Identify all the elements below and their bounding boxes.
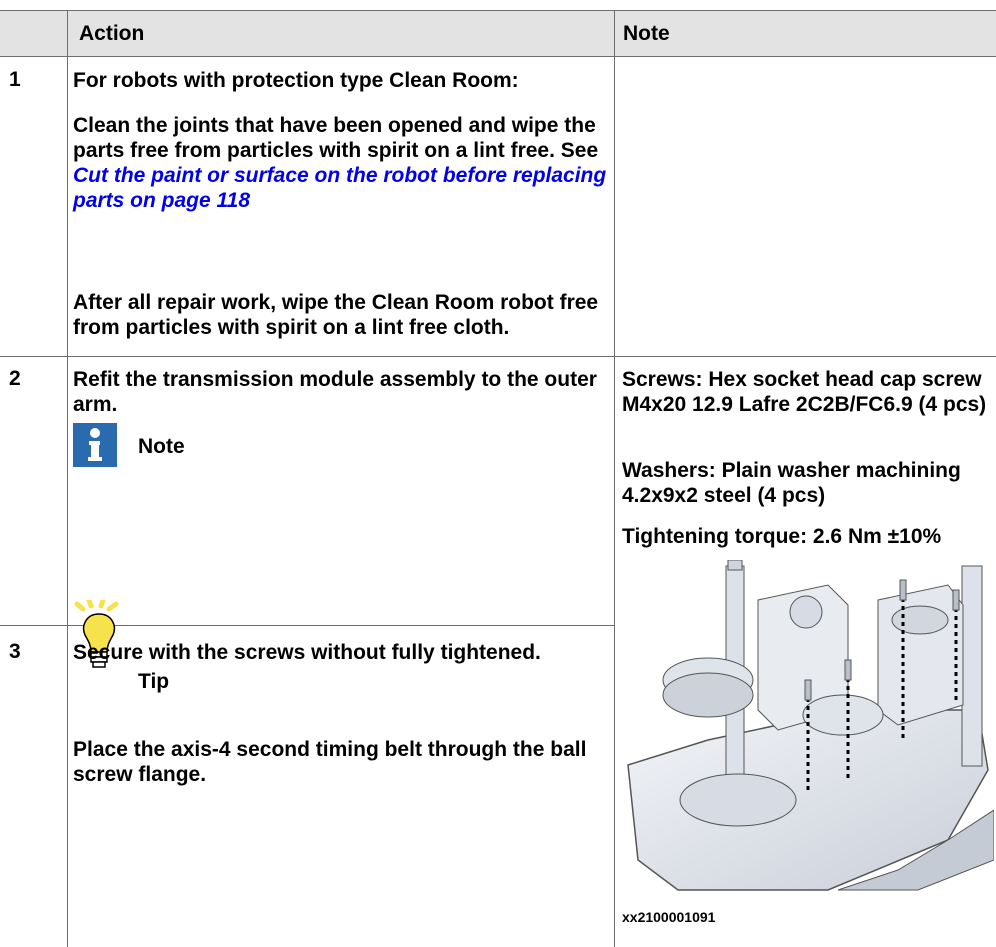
row-number: 1 — [9, 68, 21, 91]
figure-caption: xx2100001091 — [622, 909, 716, 925]
note-label: Note — [138, 435, 185, 458]
column-divider — [67, 10, 68, 947]
row-3-text: Secure with the screws without fully tig… — [73, 641, 541, 664]
row-1-title: For robots with protection type Clean Ro… — [73, 69, 519, 92]
column-divider — [614, 10, 615, 947]
row-number: 3 — [9, 640, 21, 663]
note-torque: Tightening torque: 2.6 Nm ±10% — [622, 525, 942, 548]
cross-reference-link[interactable]: Cut the paint or surface on the robot be… — [73, 164, 606, 212]
note-screws: Screws: Hex socket head cap screw M4x20 … — [622, 368, 987, 416]
note-text: After all repair work, wipe the Clean Ro… — [73, 291, 599, 339]
tip-text: Place the axis-4 second timing belt thro… — [73, 738, 587, 786]
info-icon — [73, 423, 117, 467]
row-number: 2 — [9, 367, 21, 390]
row-divider — [0, 356, 996, 357]
tip-label: Tip — [138, 670, 170, 693]
row-1-text-body: Clean the joints that have been opened a… — [73, 114, 599, 162]
procedure-table: Action Note 1 For robots with protection… — [0, 0, 996, 947]
note-header: Note — [623, 22, 670, 45]
table-top-border — [0, 10, 996, 11]
table-header-row — [0, 10, 996, 56]
row-2-text: Refit the transmission module assembly t… — [73, 368, 597, 416]
action-header: Action — [79, 22, 145, 45]
header-bottom-border — [0, 56, 996, 57]
transmission-module-figure — [618, 559, 995, 900]
note-washers: Washers: Plain washer machining 4.2x9x2 … — [622, 459, 961, 507]
row-1-text: Clean the joints that have been opened a… — [73, 113, 613, 213]
